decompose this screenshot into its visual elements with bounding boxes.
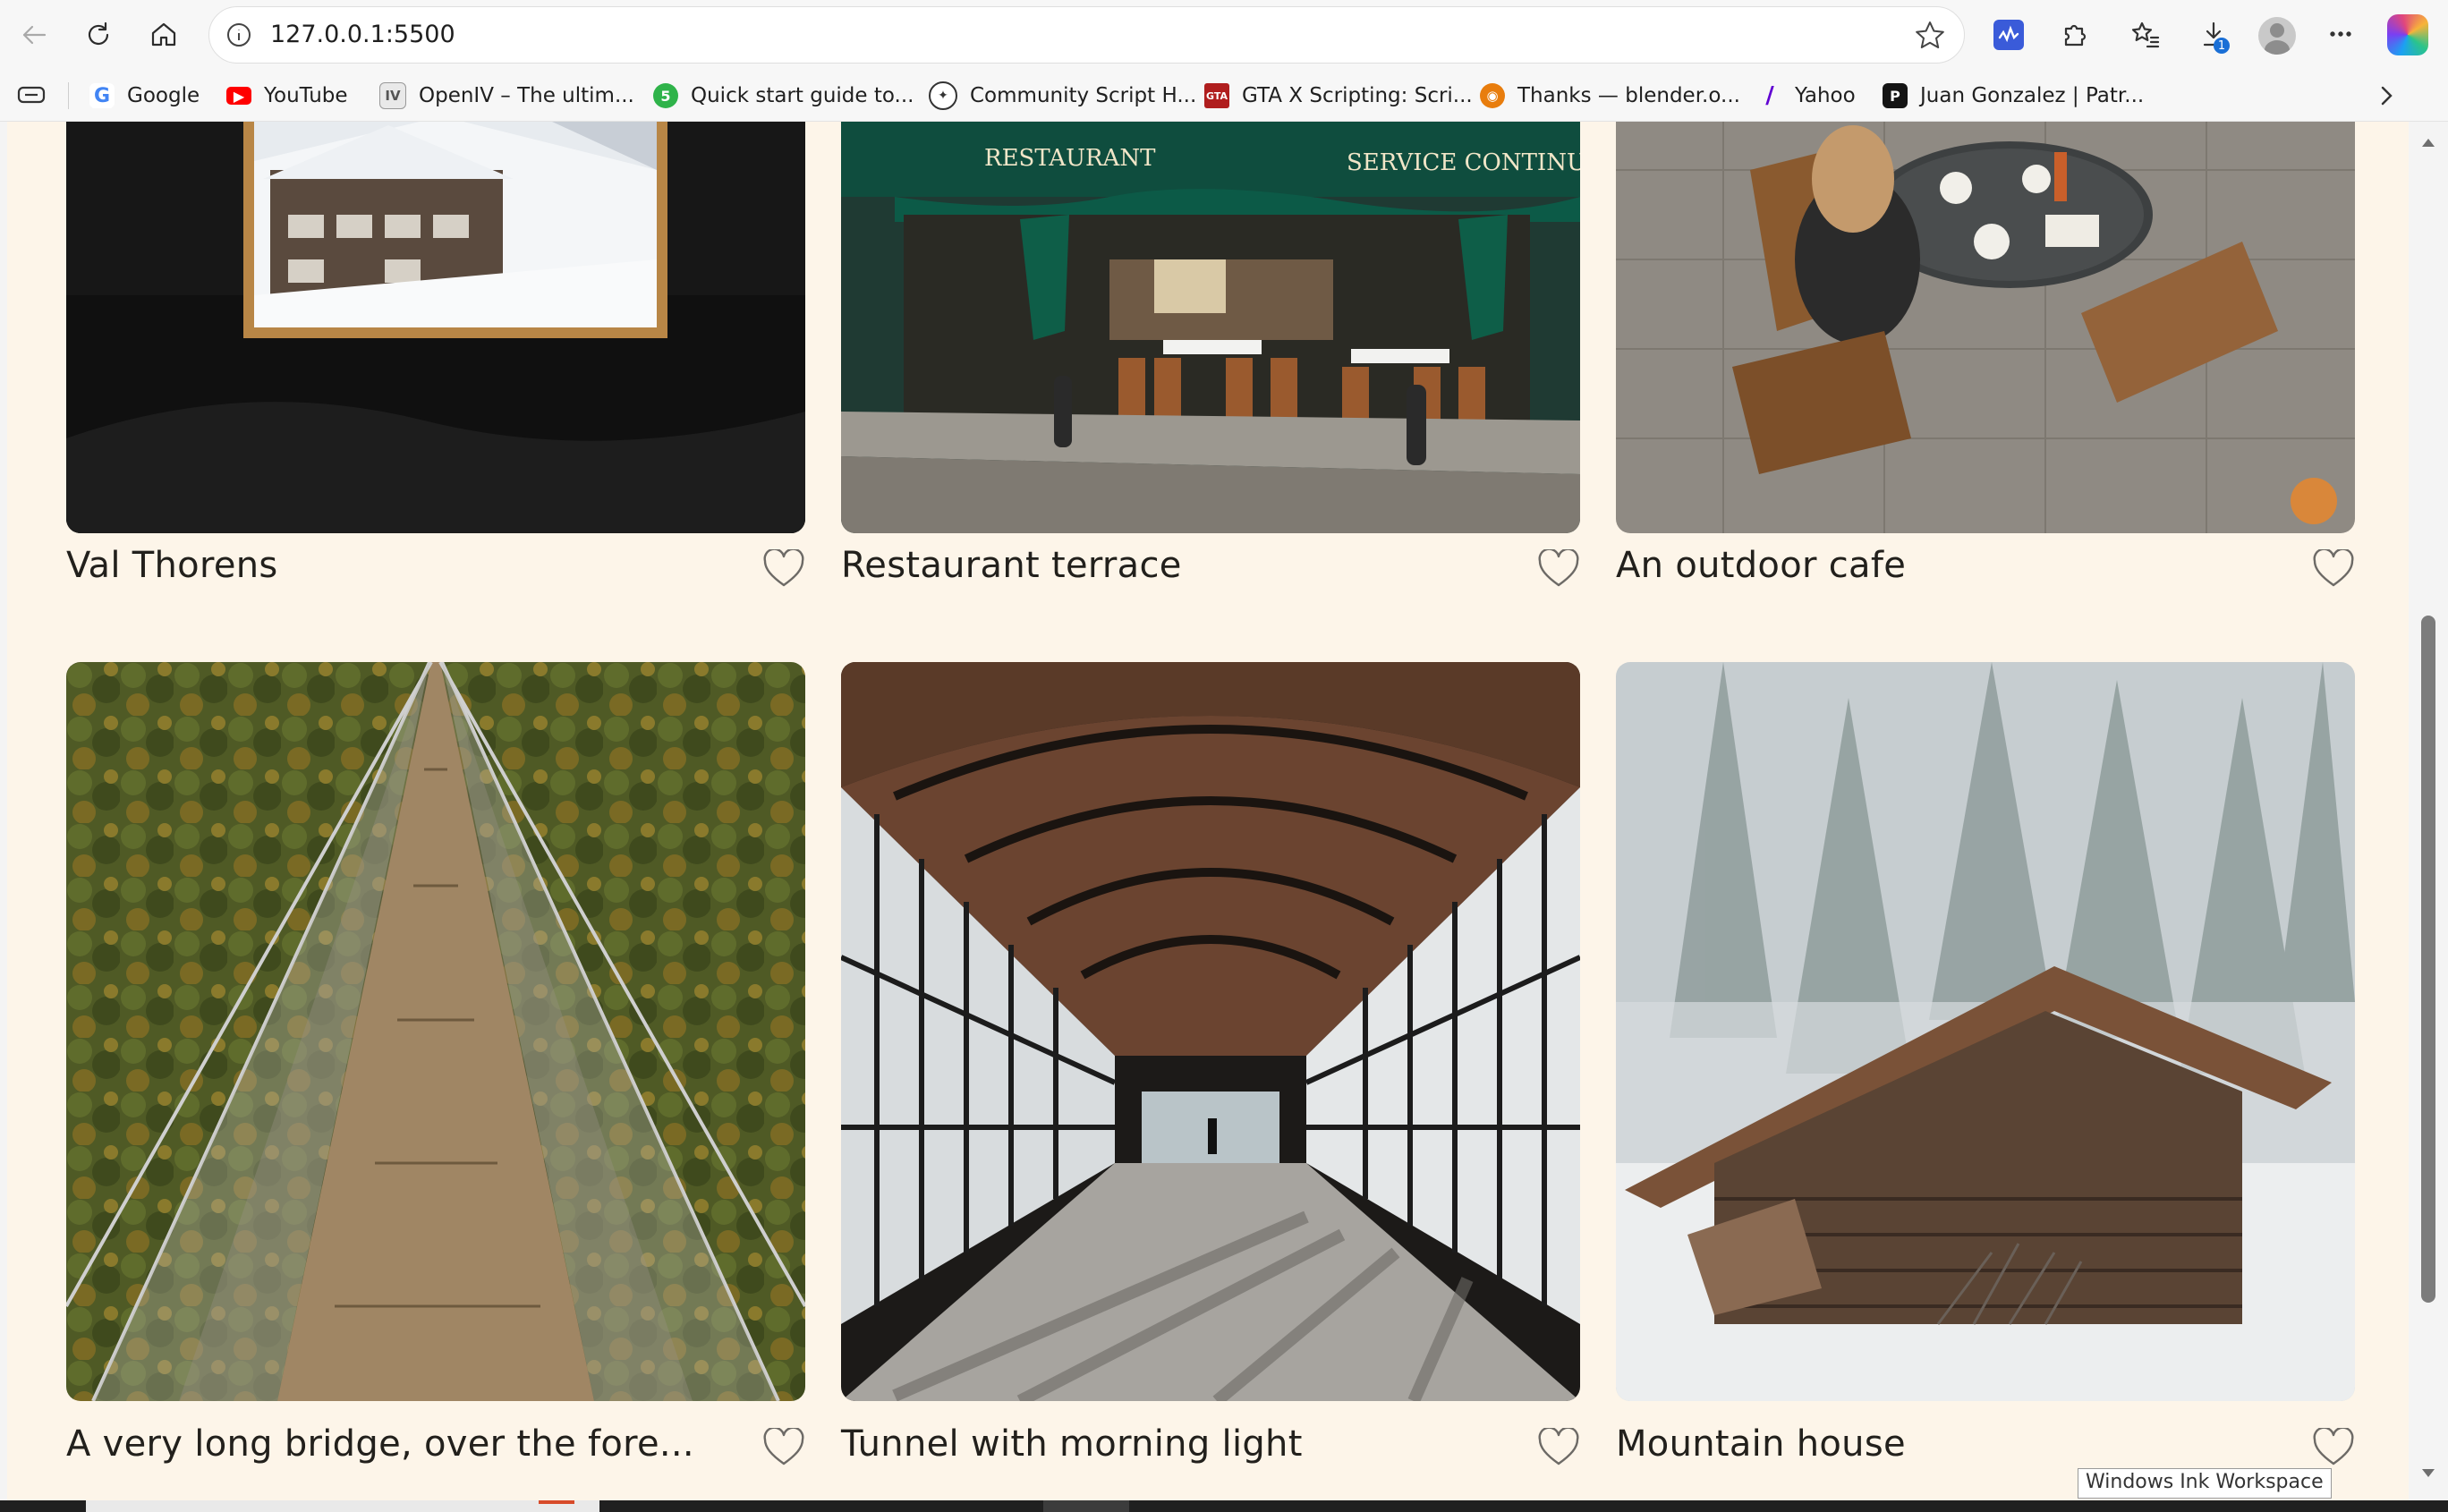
bookmarks-divider (68, 82, 69, 109)
taskbar-active-window[interactable] (86, 1500, 599, 1512)
bookmarks-bar: G Google ▶ YouTube IV OpenIV – The ultim… (0, 70, 2448, 122)
bookmark-label: Thanks — blender.o... (1517, 84, 1740, 107)
page-scrollbar[interactable] (2409, 122, 2448, 1500)
restaurant-sign-left: RESTAURANT (984, 145, 1156, 172)
download-count-badge: 1 (2214, 38, 2230, 54)
restaurant-sign-right: SERVICE CONTINU (1347, 149, 1580, 176)
waveform-extension-icon[interactable] (1993, 20, 2024, 50)
heart-icon[interactable] (1537, 1426, 1580, 1467)
downloads-button[interactable] (2190, 11, 2237, 57)
taskbar (0, 1500, 2448, 1512)
scroll-down-arrow-icon[interactable] (2419, 1464, 2437, 1482)
bookmark-yahoo[interactable]: / Yahoo (1757, 81, 1856, 111)
openiv-icon: IV (379, 82, 406, 109)
outdoor-cafe-photo[interactable] (1616, 122, 2355, 533)
bookmark-gta-scripting[interactable]: GTA GTA X Scripting: Scri... (1204, 81, 1473, 111)
bookmark-label: Google (127, 84, 200, 107)
long-bridge-photo[interactable] (66, 662, 805, 1401)
collections-icon[interactable] (16, 82, 47, 107)
community-icon: ✦ (929, 81, 957, 110)
heart-icon[interactable] (2312, 1426, 2355, 1467)
patreon-icon: P (1883, 83, 1908, 108)
taskbar-item[interactable] (1043, 1500, 1129, 1512)
address-bar[interactable]: 127.0.0.1:5500 (208, 6, 1965, 64)
bookmark-label: Yahoo (1795, 84, 1856, 107)
guide-icon: 5 (653, 83, 678, 108)
card-title[interactable]: Mountain house (1616, 1421, 1906, 1467)
heart-icon[interactable] (1537, 548, 1580, 589)
settings-more-button[interactable] (2317, 11, 2364, 57)
gallery-page: Val Thorens RESTAURANT SERVICE CONTINU R… (7, 122, 2409, 1500)
scroll-up-arrow-icon[interactable] (2419, 134, 2437, 152)
card-title[interactable]: Val Thorens (66, 542, 278, 589)
heart-icon[interactable] (762, 1426, 805, 1467)
bookmark-youtube[interactable]: ▶ YouTube (226, 81, 348, 111)
bookmark-quick-start[interactable]: 5 Quick start guide to... (653, 81, 914, 111)
more-dots-icon (2330, 31, 2351, 37)
puzzle-icon (2064, 24, 2087, 47)
favorites-list-icon (2131, 21, 2160, 48)
browser-toolbar: 127.0.0.1:5500 1 (0, 0, 2448, 70)
bookmark-label: OpenIV – The ultim... (419, 84, 634, 107)
tunnel-photo[interactable] (841, 662, 1580, 1401)
card-title[interactable]: Restaurant terrace (841, 542, 1182, 589)
page-viewport: Val Thorens RESTAURANT SERVICE CONTINU R… (0, 122, 2448, 1500)
heart-icon[interactable] (2312, 548, 2355, 589)
extensions-button[interactable] (2051, 11, 2097, 57)
bookmark-label: GTA X Scripting: Scri... (1242, 84, 1473, 107)
heart-icon[interactable] (762, 548, 805, 589)
reload-icon (88, 21, 109, 46)
blender-icon: ◉ (1480, 83, 1505, 108)
back-button[interactable] (9, 10, 59, 60)
scrollbar-thumb[interactable] (2421, 616, 2435, 1303)
favorites-button[interactable] (2122, 11, 2169, 57)
bookmark-label: Juan Gonzalez | Patr... (1920, 84, 2145, 107)
bookmark-label: YouTube (264, 84, 348, 107)
more-bookmarks-chevron-icon[interactable] (2373, 82, 2400, 109)
google-icon: G (89, 83, 115, 108)
favorite-star-icon[interactable] (1912, 18, 1948, 54)
back-arrow-icon (22, 25, 47, 45)
bookmark-patreon[interactable]: P Juan Gonzalez | Patr... (1883, 81, 2144, 111)
bookmark-google[interactable]: G Google (89, 81, 200, 111)
val-thorens-photo[interactable] (66, 122, 805, 533)
bookmark-label: Quick start guide to... (691, 84, 914, 107)
profile-avatar[interactable] (2258, 17, 2296, 55)
gta-icon: GTA (1204, 83, 1229, 108)
card-title[interactable]: A very long bridge, over the fore... (66, 1421, 694, 1467)
card-title[interactable]: An outdoor cafe (1616, 542, 1906, 589)
ink-workspace-tooltip: Windows Ink Workspace (2078, 1468, 2332, 1499)
home-button[interactable] (139, 10, 189, 60)
youtube-icon: ▶ (226, 87, 251, 105)
restaurant-terrace-photo[interactable]: RESTAURANT SERVICE CONTINU (841, 122, 1580, 533)
card-title[interactable]: Tunnel with morning light (841, 1421, 1303, 1467)
yahoo-icon: / (1765, 82, 1774, 109)
reload-button[interactable] (73, 10, 123, 60)
url-text[interactable]: 127.0.0.1:5500 (270, 18, 455, 52)
site-info-icon[interactable] (224, 20, 254, 50)
bookmark-label: Community Script H... (970, 84, 1197, 107)
bookmark-community-script[interactable]: ✦ Community Script H... (929, 81, 1196, 111)
copilot-icon[interactable] (2387, 14, 2428, 55)
bookmark-openiv[interactable]: IV OpenIV – The ultim... (379, 81, 634, 111)
mountain-house-photo[interactable] (1616, 662, 2355, 1401)
bookmark-blender[interactable]: ◉ Thanks — blender.o... (1480, 81, 1740, 111)
home-icon (151, 22, 176, 47)
